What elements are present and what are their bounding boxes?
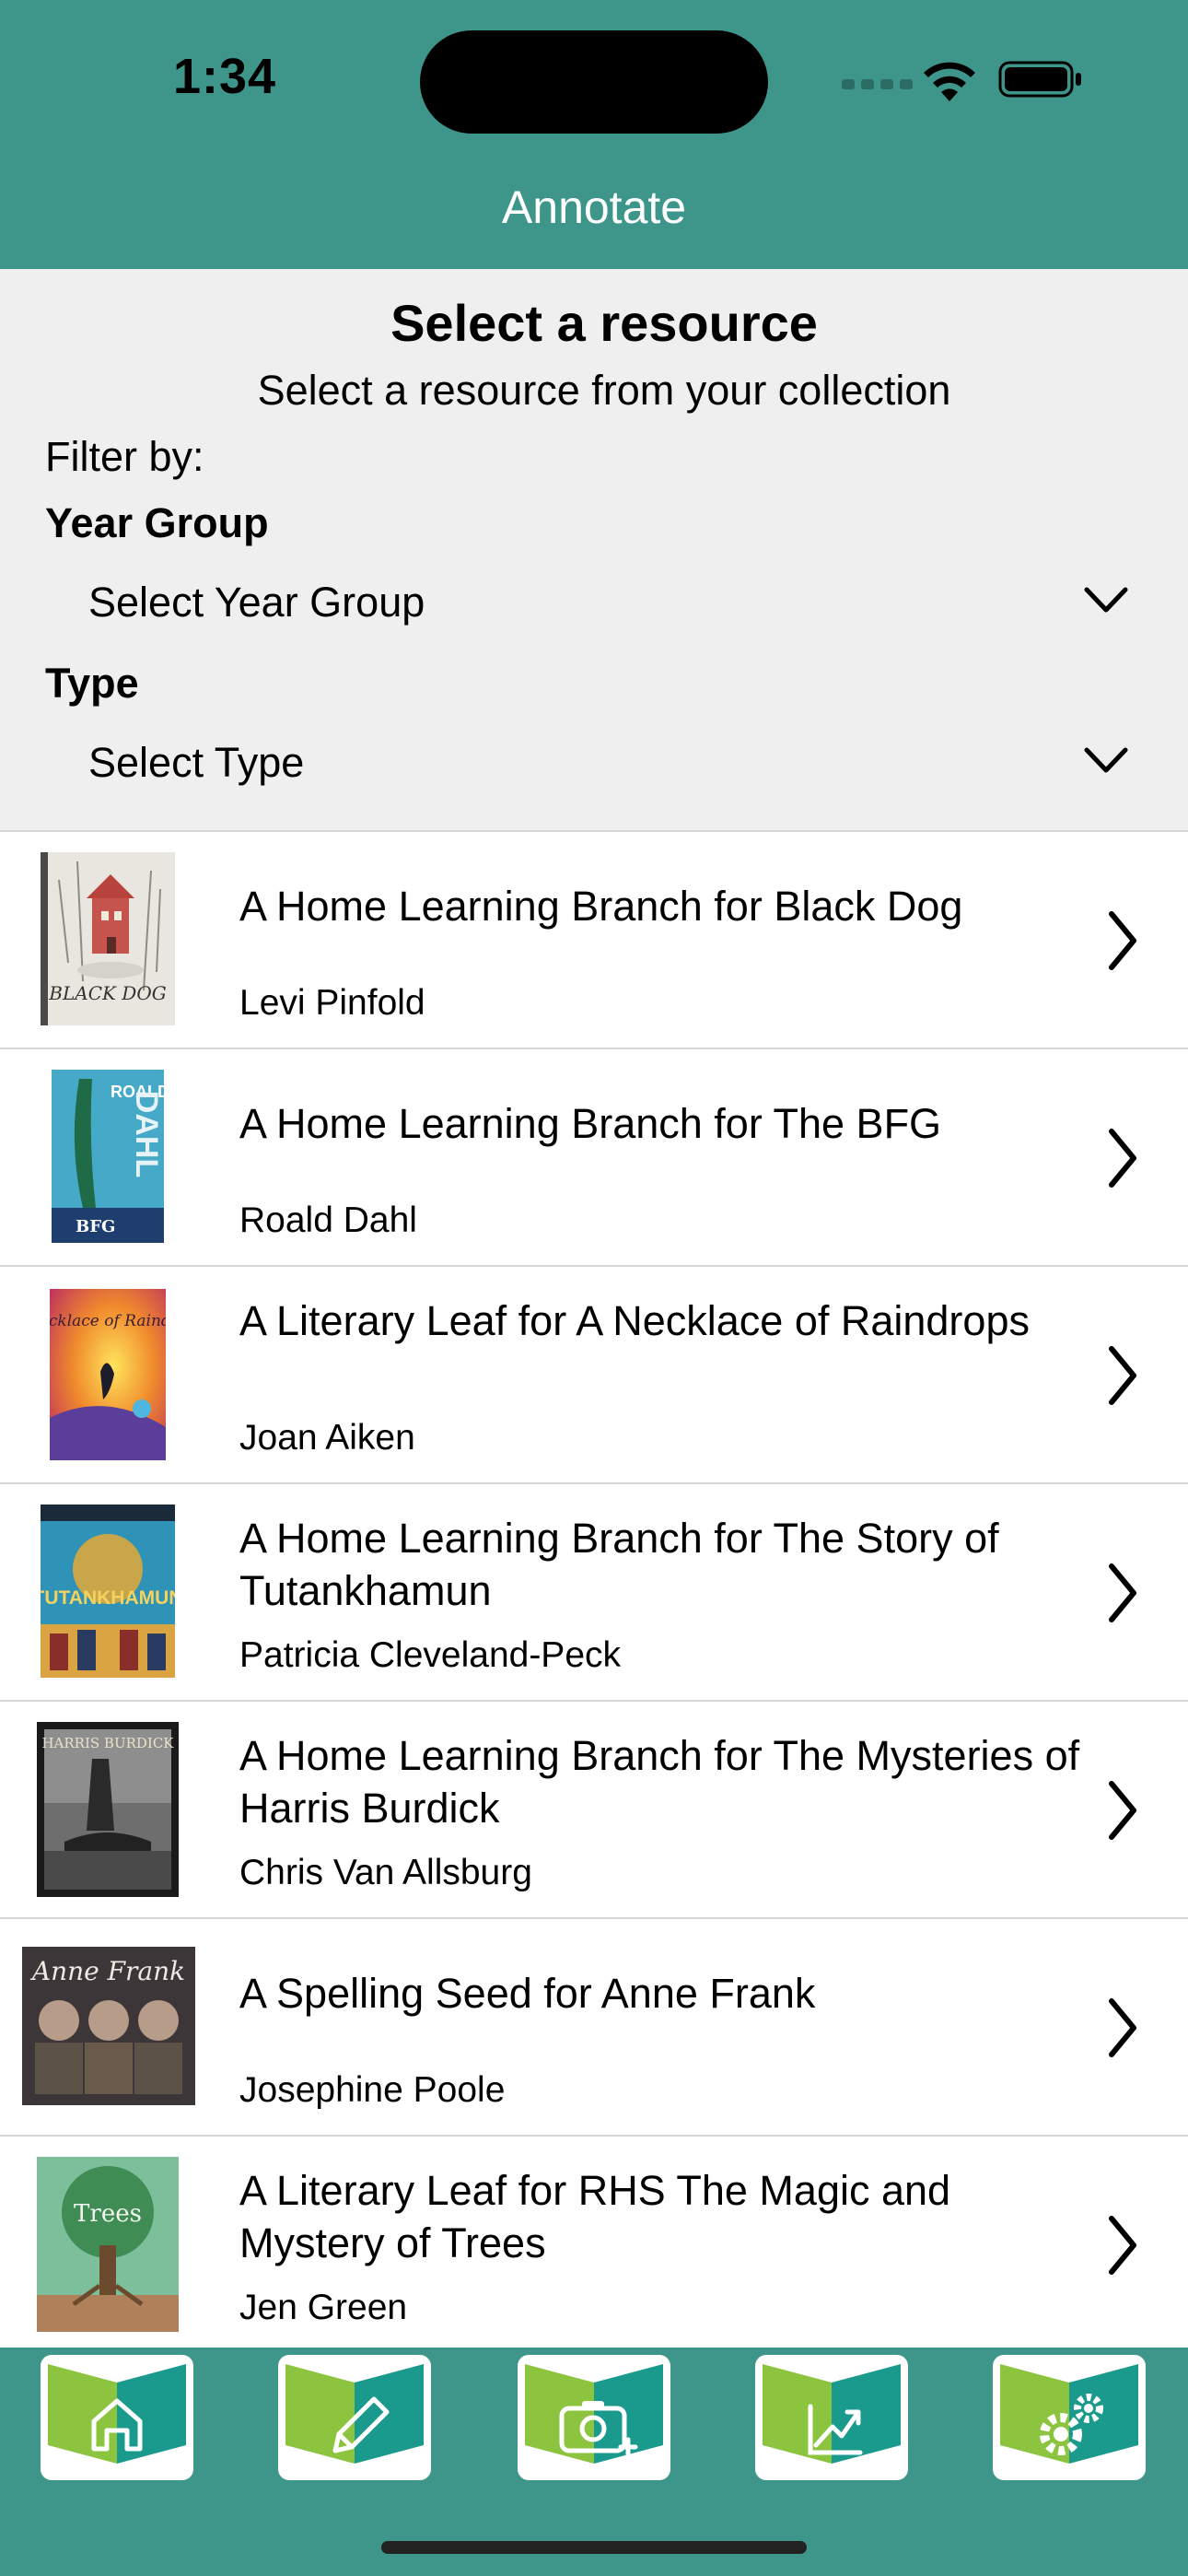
chevron-right-icon: [1109, 911, 1136, 970]
resource-row[interactable]: Trees A Literary Leaf for RHS The Magic …: [0, 2137, 1188, 2354]
home-icon: [48, 2364, 186, 2464]
chevron-right-icon: [1109, 1563, 1136, 1622]
cover-title-text: A Necklace of Raindrops: [50, 1312, 166, 1330]
cellular-signal-icon: [842, 79, 913, 89]
resource-row[interactable]: TUTANKHAMUN A Home Learning Branch for T…: [0, 1484, 1188, 1702]
resource-title: A Home Learning Branch for The BFG: [239, 1100, 942, 1147]
resource-row[interactable]: Anne Frank A Spelling Seed for Anne Fran…: [0, 1919, 1188, 2137]
tab-home[interactable]: [41, 2355, 193, 2480]
book-cover-image: TUTANKHAMUN: [41, 1505, 175, 1678]
resource-row[interactable]: A Necklace of Raindrops A Literary Leaf …: [0, 1267, 1188, 1484]
cover-title-text: Trees: [74, 2200, 142, 2228]
filter-panel: Select a resource Select a resource from…: [0, 269, 1188, 832]
resource-title: A Home Learning Branch for The Story of …: [239, 1515, 999, 1614]
cover-title-text: DAHL: [129, 1091, 164, 1177]
chevron-down-icon: [1084, 587, 1128, 613]
chevron-right-icon: [1109, 1998, 1136, 2057]
resource-author: Joan Aiken: [239, 1418, 415, 1458]
resource-title: A Spelling Seed for Anne Frank: [239, 1970, 816, 2017]
dynamic-island: [420, 30, 768, 134]
section-subheading: Select a resource from your collection: [257, 367, 951, 414]
book-cover-image: HARRIS BURDICK: [37, 1722, 179, 1897]
cover-title-text: Anne Frank: [29, 1956, 185, 1986]
year-group-label: Year Group: [45, 499, 269, 546]
chart-icon: [763, 2364, 901, 2464]
tab-annotate[interactable]: [278, 2355, 431, 2480]
cover-title-text: HARRIS BURDICK: [41, 1735, 174, 1751]
svg-text:BFG: BFG: [76, 1217, 115, 1236]
book-cover-image: A Necklace of Raindrops: [50, 1289, 166, 1460]
resource-author: Jen Green: [239, 2288, 408, 2327]
page-title: Annotate: [501, 181, 687, 233]
resource-author: Levi Pinfold: [239, 983, 425, 1023]
chevron-right-icon: [1109, 1346, 1136, 1405]
resource-title: A Literary Leaf for A Necklace of Raindr…: [239, 1297, 1030, 1344]
resource-author: Chris Van Allsburg: [239, 1853, 532, 1892]
pencil-icon: [285, 2364, 424, 2464]
type-label: Type: [45, 660, 139, 707]
home-indicator: [381, 2541, 807, 2554]
resource-author: Patricia Cleveland-Peck: [239, 1635, 622, 1675]
resource-title: A Literary Leaf for RHS The Magic and My…: [239, 2167, 951, 2266]
wifi-icon: [924, 62, 975, 101]
resource-row[interactable]: ROALD DAHL BFG A Home Learning Branch fo…: [0, 1049, 1188, 1267]
book-cover-image: Anne Frank: [22, 1947, 195, 2105]
chevron-right-icon: [1109, 1781, 1136, 1840]
year-group-value: Select Year Group: [88, 579, 425, 626]
chevron-down-icon: [1084, 747, 1128, 773]
camera-add-icon: [525, 2364, 663, 2464]
status-time: 1:34: [173, 49, 277, 104]
tab-capture[interactable]: [518, 2355, 670, 2480]
book-cover-image: BLACK DOG: [41, 852, 175, 1025]
cover-title-text: BLACK DOG: [48, 982, 166, 1004]
gear-icon: [1000, 2364, 1138, 2464]
year-group-select[interactable]: Select Year Group: [88, 579, 1129, 643]
resource-title: A Home Learning Branch for Black Dog: [239, 883, 963, 930]
book-cover-image: ROALD DAHL BFG: [52, 1070, 164, 1243]
tab-settings[interactable]: [993, 2355, 1146, 2480]
book-cover-image: Trees: [37, 2157, 179, 2332]
resource-title: A Home Learning Branch for The Mysteries…: [239, 1732, 1080, 1832]
tab-progress[interactable]: [755, 2355, 908, 2480]
resource-author: Josephine Poole: [239, 2070, 506, 2110]
chevron-right-icon: [1109, 2216, 1136, 2275]
cover-title-text: TUTANKHAMUN: [41, 1587, 175, 1609]
resource-row[interactable]: BLACK DOG A Home Learning Branch for Bla…: [0, 832, 1188, 1049]
battery-icon: [998, 61, 1081, 98]
type-value: Select Type: [88, 739, 305, 786]
header-bar: 1:34 Annotate: [0, 0, 1188, 269]
type-select[interactable]: Select Type: [88, 739, 1129, 803]
resource-row[interactable]: HARRIS BURDICK A Home Learning Branch fo…: [0, 1702, 1188, 1919]
filter-label: Filter by:: [45, 433, 204, 480]
section-heading: Select a resource: [390, 294, 818, 352]
chevron-right-icon: [1109, 1129, 1136, 1188]
resource-author: Roald Dahl: [239, 1200, 417, 1240]
